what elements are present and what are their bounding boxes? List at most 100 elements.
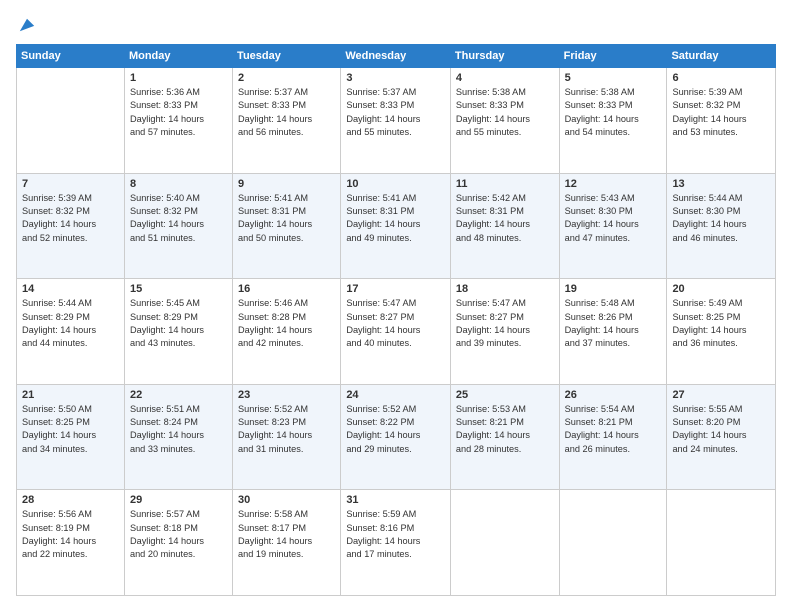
calendar-cell: 11 Sunrise: 5:42 AM Sunset: 8:31 PM Dayli… <box>450 173 559 279</box>
calendar-cell: 3 Sunrise: 5:37 AM Sunset: 8:33 PM Daylig… <box>341 68 451 174</box>
calendar-cell: 7 Sunrise: 5:39 AM Sunset: 8:32 PM Daylig… <box>17 173 125 279</box>
calendar-week-row: 28 Sunrise: 5:56 AM Sunset: 8:19 PM Dayli… <box>17 490 776 596</box>
calendar-cell: 18 Sunrise: 5:47 AM Sunset: 8:27 PM Dayli… <box>450 279 559 385</box>
day-number: 9 <box>238 178 335 190</box>
day-number: 14 <box>22 283 119 295</box>
day-number: 4 <box>456 72 554 84</box>
day-info: Sunrise: 5:48 AM Sunset: 8:26 PM Dayligh… <box>565 297 662 350</box>
calendar-cell: 20Sunrise: 5:49 AM Sunset: 8:25 PM Dayli… <box>667 279 776 385</box>
calendar-cell: 28 Sunrise: 5:56 AM Sunset: 8:19 PM Dayli… <box>17 490 125 596</box>
day-number: 23 <box>238 389 335 401</box>
day-number: 10 <box>346 178 445 190</box>
day-number: 30 <box>238 494 335 506</box>
day-info: Sunrise: 5:58 AM Sunset: 8:17 PM Dayligh… <box>238 508 335 561</box>
day-info: Sunrise: 5:47 AM Sunset: 8:27 PM Dayligh… <box>346 297 445 350</box>
day-number: 31 <box>346 494 445 506</box>
calendar-week-row: 7 Sunrise: 5:39 AM Sunset: 8:32 PM Daylig… <box>17 173 776 279</box>
calendar-cell <box>667 490 776 596</box>
calendar-cell: 27 Sunrise: 5:55 AM Sunset: 8:20 PM Dayli… <box>667 384 776 490</box>
day-info: Sunrise: 5:37 AM Sunset: 8:33 PM Dayligh… <box>346 86 445 139</box>
calendar-cell: 21 Sunrise: 5:50 AM Sunset: 8:25 PM Dayli… <box>17 384 125 490</box>
calendar-cell: 6Sunrise: 5:39 AM Sunset: 8:32 PM Daylig… <box>667 68 776 174</box>
calendar-header-row: SundayMondayTuesdayWednesdayThursdayFrid… <box>17 45 776 68</box>
calendar-cell: 25 Sunrise: 5:53 AM Sunset: 8:21 PM Dayli… <box>450 384 559 490</box>
header <box>16 16 776 34</box>
calendar-cell: 24 Sunrise: 5:52 AM Sunset: 8:22 PM Dayli… <box>341 384 451 490</box>
day-number: 24 <box>346 389 445 401</box>
logo-icon <box>18 16 36 34</box>
day-number: 29 <box>130 494 227 506</box>
day-info: Sunrise: 5:50 AM Sunset: 8:25 PM Dayligh… <box>22 403 119 456</box>
calendar-cell: 17 Sunrise: 5:47 AM Sunset: 8:27 PM Dayli… <box>341 279 451 385</box>
day-number: 15 <box>130 283 227 295</box>
day-number: 13 <box>672 178 770 190</box>
calendar-cell: 16Sunrise: 5:46 AM Sunset: 8:28 PM Dayli… <box>233 279 341 385</box>
calendar-cell: 23 Sunrise: 5:52 AM Sunset: 8:23 PM Dayli… <box>233 384 341 490</box>
page: SundayMondayTuesdayWednesdayThursdayFrid… <box>0 0 792 612</box>
day-info: Sunrise: 5:41 AM Sunset: 8:31 PM Dayligh… <box>346 192 445 245</box>
day-info: Sunrise: 5:42 AM Sunset: 8:31 PM Dayligh… <box>456 192 554 245</box>
calendar-table: SundayMondayTuesdayWednesdayThursdayFrid… <box>16 44 776 596</box>
day-number: 27 <box>672 389 770 401</box>
day-info: Sunrise: 5:47 AM Sunset: 8:27 PM Dayligh… <box>456 297 554 350</box>
day-info: Sunrise: 5:44 AM Sunset: 8:30 PM Dayligh… <box>672 192 770 245</box>
day-info: Sunrise: 5:51 AM Sunset: 8:24 PM Dayligh… <box>130 403 227 456</box>
day-number: 19 <box>565 283 662 295</box>
day-number: 17 <box>346 283 445 295</box>
calendar-cell: 14Sunrise: 5:44 AM Sunset: 8:29 PM Dayli… <box>17 279 125 385</box>
day-number: 1 <box>130 72 227 84</box>
weekday-header: Sunday <box>17 45 125 68</box>
day-info: Sunrise: 5:57 AM Sunset: 8:18 PM Dayligh… <box>130 508 227 561</box>
day-info: Sunrise: 5:39 AM Sunset: 8:32 PM Dayligh… <box>22 192 119 245</box>
day-number: 21 <box>22 389 119 401</box>
day-number: 28 <box>22 494 119 506</box>
logo <box>16 16 36 34</box>
calendar-cell: 8Sunrise: 5:40 AM Sunset: 8:32 PM Daylig… <box>124 173 232 279</box>
day-number: 11 <box>456 178 554 190</box>
day-info: Sunrise: 5:37 AM Sunset: 8:33 PM Dayligh… <box>238 86 335 139</box>
calendar-cell: 30 Sunrise: 5:58 AM Sunset: 8:17 PM Dayli… <box>233 490 341 596</box>
day-number: 5 <box>565 72 662 84</box>
day-info: Sunrise: 5:52 AM Sunset: 8:22 PM Dayligh… <box>346 403 445 456</box>
calendar-cell: 19 Sunrise: 5:48 AM Sunset: 8:26 PM Dayli… <box>559 279 667 385</box>
weekday-header: Monday <box>124 45 232 68</box>
calendar-cell <box>17 68 125 174</box>
calendar-week-row: 14Sunrise: 5:44 AM Sunset: 8:29 PM Dayli… <box>17 279 776 385</box>
day-number: 20 <box>672 283 770 295</box>
calendar-cell: 15 Sunrise: 5:45 AM Sunset: 8:29 PM Dayli… <box>124 279 232 385</box>
day-info: Sunrise: 5:45 AM Sunset: 8:29 PM Dayligh… <box>130 297 227 350</box>
calendar-week-row: 21 Sunrise: 5:50 AM Sunset: 8:25 PM Dayli… <box>17 384 776 490</box>
calendar-cell: 10 Sunrise: 5:41 AM Sunset: 8:31 PM Dayli… <box>341 173 451 279</box>
day-number: 12 <box>565 178 662 190</box>
calendar-cell: 26Sunrise: 5:54 AM Sunset: 8:21 PM Dayli… <box>559 384 667 490</box>
day-number: 2 <box>238 72 335 84</box>
day-info: Sunrise: 5:55 AM Sunset: 8:20 PM Dayligh… <box>672 403 770 456</box>
day-info: Sunrise: 5:38 AM Sunset: 8:33 PM Dayligh… <box>456 86 554 139</box>
calendar-cell: 22Sunrise: 5:51 AM Sunset: 8:24 PM Dayli… <box>124 384 232 490</box>
weekday-header: Friday <box>559 45 667 68</box>
day-info: Sunrise: 5:36 AM Sunset: 8:33 PM Dayligh… <box>130 86 227 139</box>
day-info: Sunrise: 5:41 AM Sunset: 8:31 PM Dayligh… <box>238 192 335 245</box>
weekday-header: Saturday <box>667 45 776 68</box>
day-number: 26 <box>565 389 662 401</box>
calendar-cell: 5Sunrise: 5:38 AM Sunset: 8:33 PM Daylig… <box>559 68 667 174</box>
calendar-cell: 1 Sunrise: 5:36 AM Sunset: 8:33 PM Daylig… <box>124 68 232 174</box>
day-info: Sunrise: 5:39 AM Sunset: 8:32 PM Dayligh… <box>672 86 770 139</box>
calendar-cell <box>450 490 559 596</box>
day-info: Sunrise: 5:56 AM Sunset: 8:19 PM Dayligh… <box>22 508 119 561</box>
weekday-header: Wednesday <box>341 45 451 68</box>
calendar-cell: 13 Sunrise: 5:44 AM Sunset: 8:30 PM Dayli… <box>667 173 776 279</box>
calendar-cell: 9 Sunrise: 5:41 AM Sunset: 8:31 PM Daylig… <box>233 173 341 279</box>
day-number: 7 <box>22 178 119 190</box>
day-number: 18 <box>456 283 554 295</box>
weekday-header: Thursday <box>450 45 559 68</box>
day-number: 3 <box>346 72 445 84</box>
day-number: 25 <box>456 389 554 401</box>
day-info: Sunrise: 5:40 AM Sunset: 8:32 PM Dayligh… <box>130 192 227 245</box>
day-info: Sunrise: 5:52 AM Sunset: 8:23 PM Dayligh… <box>238 403 335 456</box>
day-info: Sunrise: 5:59 AM Sunset: 8:16 PM Dayligh… <box>346 508 445 561</box>
day-info: Sunrise: 5:43 AM Sunset: 8:30 PM Dayligh… <box>565 192 662 245</box>
day-info: Sunrise: 5:53 AM Sunset: 8:21 PM Dayligh… <box>456 403 554 456</box>
weekday-header: Tuesday <box>233 45 341 68</box>
calendar-cell: 2 Sunrise: 5:37 AM Sunset: 8:33 PM Daylig… <box>233 68 341 174</box>
